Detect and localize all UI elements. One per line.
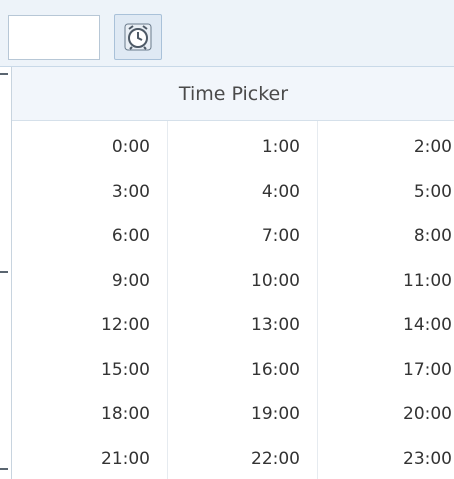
time-option[interactable]: 22:00 bbox=[160, 449, 300, 469]
time-option[interactable]: 23:00 bbox=[312, 449, 452, 469]
time-option[interactable]: 13:00 bbox=[160, 315, 300, 335]
time-option[interactable]: 8:00 bbox=[312, 226, 452, 246]
time-option[interactable]: 7:00 bbox=[160, 226, 300, 246]
time-option[interactable]: 6:00 bbox=[10, 226, 150, 246]
time-option[interactable]: 15:00 bbox=[10, 360, 150, 380]
time-option[interactable]: 4:00 bbox=[160, 182, 300, 202]
time-option[interactable]: 3:00 bbox=[10, 182, 150, 202]
edge-mark bbox=[0, 468, 8, 470]
time-option[interactable]: 16:00 bbox=[160, 360, 300, 380]
column-divider bbox=[317, 121, 318, 479]
time-option[interactable]: 9:00 bbox=[10, 271, 150, 291]
toolbar bbox=[0, 0, 454, 67]
time-option[interactable]: 12:00 bbox=[10, 315, 150, 335]
time-picker-popup: Time Picker 0:00 1:00 2:00 3:00 4:00 5:00 6:00… bbox=[11, 67, 454, 479]
alarm-clock-icon bbox=[124, 23, 152, 51]
edge-mark bbox=[0, 73, 8, 75]
time-option[interactable]: 0:00 bbox=[10, 137, 150, 157]
time-option[interactable]: 14:00 bbox=[312, 315, 452, 335]
time-grid: 0:00 1:00 2:00 3:00 4:00 5:00 6:00 7:00 8:00 9:00… bbox=[12, 121, 454, 479]
edge-mark bbox=[0, 271, 8, 273]
column-divider bbox=[167, 121, 168, 479]
time-option[interactable]: 10:00 bbox=[160, 271, 300, 291]
time-option[interactable]: 21:00 bbox=[10, 449, 150, 469]
picker-title: Time Picker bbox=[12, 67, 454, 121]
time-option[interactable]: 18:00 bbox=[10, 404, 150, 424]
time-option[interactable]: 20:00 bbox=[312, 404, 452, 424]
time-option[interactable]: 19:00 bbox=[160, 404, 300, 424]
clock-button[interactable] bbox=[114, 14, 162, 60]
time-option[interactable]: 17:00 bbox=[312, 360, 452, 380]
time-picker-screen: Time Picker 0:00 1:00 2:00 3:00 4:00 5:00 6:00… bbox=[0, 0, 454, 479]
time-option[interactable]: 11:00 bbox=[312, 271, 452, 291]
time-option[interactable]: 5:00 bbox=[312, 182, 452, 202]
time-input[interactable] bbox=[8, 15, 100, 60]
time-option[interactable]: 2:00 bbox=[312, 137, 452, 157]
time-option[interactable]: 1:00 bbox=[160, 137, 300, 157]
